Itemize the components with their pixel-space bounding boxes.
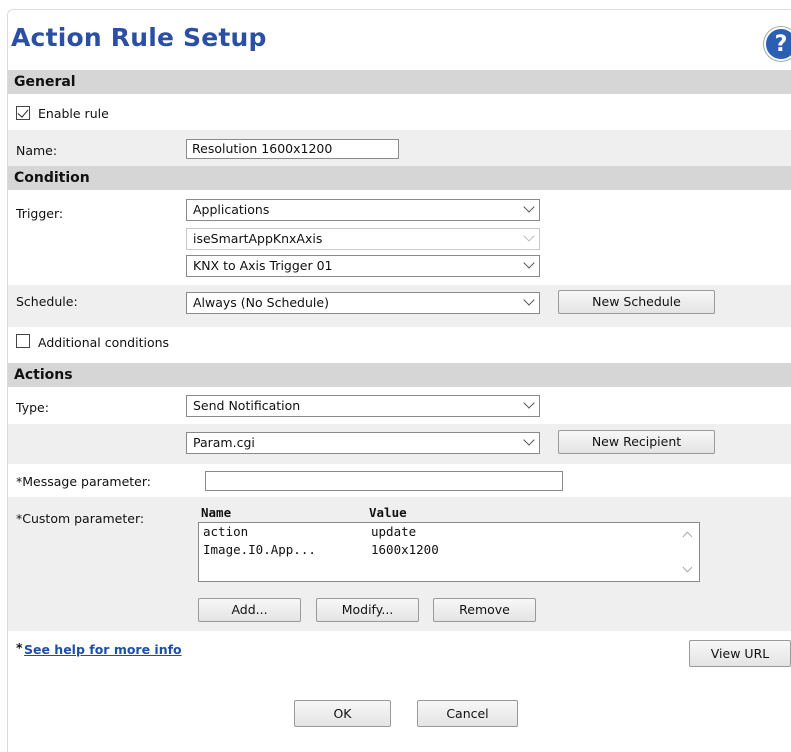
type-label: Type:	[16, 400, 49, 415]
custom-parameter-label: *Custom parameter:	[16, 511, 145, 526]
section-actions: Actions	[8, 363, 791, 387]
trigger-select[interactable]: Applications	[186, 199, 540, 221]
cancel-button[interactable]: Cancel	[417, 700, 518, 727]
name-row	[8, 130, 791, 166]
help-asterisk: *	[16, 640, 23, 655]
add-button[interactable]: Add...	[198, 598, 301, 622]
additional-conditions-checkbox[interactable]	[16, 334, 30, 348]
trigger-app-select[interactable]: iseSmartAppKnxAxis	[186, 228, 540, 250]
message-parameter-input[interactable]	[205, 471, 563, 491]
enable-rule-label: Enable rule	[38, 106, 109, 121]
additional-conditions-label: Additional conditions	[38, 335, 170, 350]
type-select-value: Send Notification	[193, 398, 301, 413]
message-parameter-label: *Message parameter:	[16, 474, 151, 489]
type-select[interactable]: Send Notification	[186, 395, 540, 417]
chevron-down-icon	[523, 201, 535, 213]
name-input[interactable]: Resolution 1600x1200	[186, 139, 399, 159]
chevron-down-icon	[523, 434, 535, 446]
table-row-name[interactable]: Image.I0.App...	[203, 542, 316, 557]
view-url-button[interactable]: View URL	[689, 640, 791, 667]
scroll-down-icon[interactable]	[682, 562, 693, 573]
trigger-select-value: Applications	[193, 202, 270, 217]
table-row-value[interactable]: 1600x1200	[371, 542, 439, 557]
chevron-down-icon	[523, 257, 535, 269]
name-label: Name:	[16, 143, 58, 158]
trigger-event-value: KNX to Axis Trigger 01	[193, 258, 333, 273]
column-header-name: Name	[201, 505, 232, 520]
page-title: Action Rule Setup	[11, 23, 267, 52]
schedule-select-value: Always (No Schedule)	[193, 295, 329, 310]
schedule-select[interactable]: Always (No Schedule)	[186, 292, 540, 314]
ok-button[interactable]: OK	[294, 700, 391, 727]
recipient-select[interactable]: Param.cgi	[186, 432, 540, 454]
trigger-event-select[interactable]: KNX to Axis Trigger 01	[186, 255, 540, 277]
new-schedule-button[interactable]: New Schedule	[558, 290, 715, 314]
column-header-value: Value	[369, 505, 407, 520]
scroll-up-icon[interactable]	[682, 531, 693, 542]
table-row-value[interactable]: update	[371, 524, 416, 539]
trigger-label: Trigger:	[16, 206, 64, 221]
new-recipient-button[interactable]: New Recipient	[558, 430, 715, 454]
chevron-down-icon	[523, 230, 535, 242]
see-help-link[interactable]: See help for more info	[24, 642, 182, 657]
remove-button[interactable]: Remove	[433, 598, 536, 622]
chevron-down-icon	[523, 294, 535, 306]
recipient-select-value: Param.cgi	[193, 435, 255, 450]
enable-rule-checkbox[interactable]	[16, 106, 30, 120]
check-icon	[17, 106, 29, 118]
section-condition: Condition	[8, 166, 791, 190]
chevron-down-icon	[523, 397, 535, 409]
table-row-name[interactable]: action	[203, 524, 248, 539]
modify-button[interactable]: Modify...	[316, 598, 419, 622]
help-icon[interactable]: ?	[764, 27, 791, 61]
section-general: General	[8, 70, 791, 94]
schedule-label: Schedule:	[16, 294, 78, 309]
trigger-app-value: iseSmartAppKnxAxis	[193, 231, 323, 246]
